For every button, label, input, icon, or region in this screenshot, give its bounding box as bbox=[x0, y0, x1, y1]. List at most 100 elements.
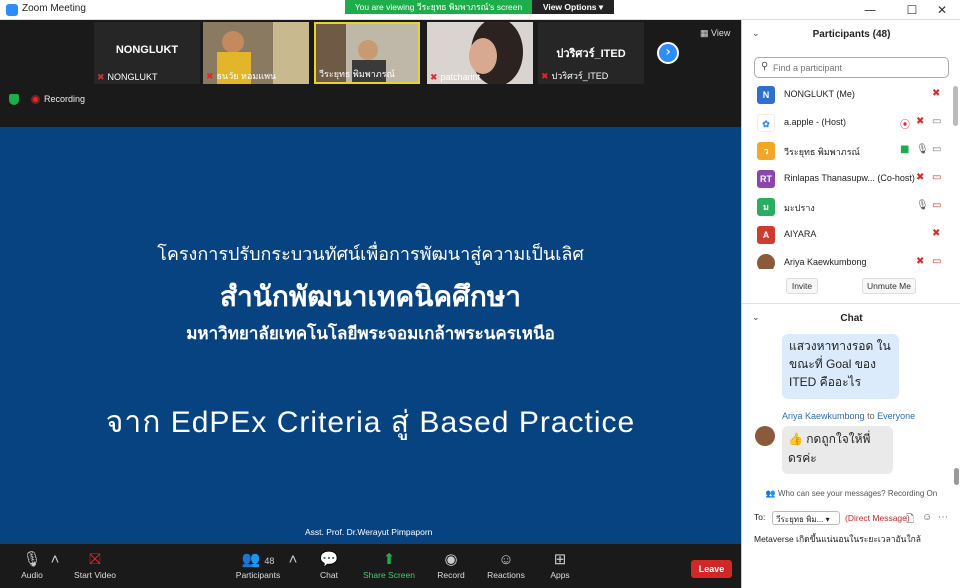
avatar: ✿ bbox=[757, 114, 775, 132]
participants-scrollbar[interactable] bbox=[953, 86, 958, 126]
avatar: N bbox=[757, 86, 775, 104]
view-button[interactable]: ▦ View bbox=[700, 28, 730, 39]
people-icon: 👥 bbox=[765, 489, 776, 498]
chat-message: 👍 กดถูกใจให้พี่ ดรค่ะ bbox=[782, 426, 893, 474]
avatar bbox=[757, 254, 775, 269]
video-tile[interactable]: NONGLUKT ✖ NONGLUKT bbox=[94, 22, 200, 84]
more-options-icon[interactable]: ⋯ bbox=[938, 512, 948, 523]
participant-row[interactable]: ม มะปราง 🎙 ▭ bbox=[742, 196, 954, 224]
apps-button[interactable]: ⊞ Apps bbox=[546, 548, 574, 588]
share-screen-icon: ⬆ bbox=[382, 551, 396, 568]
video-tile[interactable]: ✖ patcharint bbox=[427, 22, 533, 84]
unmute-me-button[interactable]: Unmute Me bbox=[862, 278, 916, 294]
video-tile-active-speaker[interactable]: วีระยุทธ พิมพาภรณ์ bbox=[314, 22, 420, 84]
shared-slide: โครงการปรับกระบวนทัศน์เพื่อการพัฒนาสู่คว… bbox=[0, 127, 741, 544]
muted-mic-icon: ✖ bbox=[430, 72, 438, 82]
start-video-button[interactable]: ⛝ Start Video bbox=[70, 548, 120, 588]
audio-button[interactable]: 🎙 Audio bbox=[14, 548, 50, 588]
chat-icon: 💬 bbox=[319, 551, 339, 568]
leave-button[interactable]: Leave bbox=[691, 560, 732, 578]
muted-mic-icon: ✖ bbox=[541, 71, 549, 81]
participant-row[interactable]: N NONGLUKT (Me) ✖ bbox=[742, 84, 954, 112]
video-tile[interactable]: ✖ ธนวัย หอมแพน bbox=[203, 22, 309, 84]
muted-mic-icon: ✖ bbox=[916, 116, 925, 127]
zoom-logo-icon bbox=[6, 4, 18, 16]
close-button[interactable]: ✕ bbox=[924, 0, 960, 20]
chat-privacy-notice[interactable]: 👥 Who can see your messages? Recording O… bbox=[742, 489, 960, 498]
reactions-button[interactable]: ☺ Reactions bbox=[486, 548, 526, 588]
participants-button[interactable]: 👥 48 Participants bbox=[232, 548, 284, 588]
participant-row[interactable]: ว วีระยุทธ พิมพาภรณ์ ■ 🎙 ▭ bbox=[742, 140, 954, 168]
chat-title: Chat bbox=[840, 313, 863, 324]
participants-icon: 👥 48 bbox=[241, 551, 275, 568]
recording-label: Recording bbox=[44, 94, 86, 104]
share-screen-button[interactable]: ⬆ Share Screen bbox=[362, 548, 416, 588]
participant-name: AIYARA bbox=[784, 229, 817, 239]
participant-name: a.apple - (Host) bbox=[784, 117, 847, 127]
avatar: RT bbox=[757, 170, 775, 188]
participant-row[interactable]: Ariya Kaewkumbong ✖ ▭ bbox=[742, 252, 954, 269]
video-off-icon: ▭ bbox=[932, 172, 942, 183]
tile-label: ✖ NONGLUKT bbox=[97, 72, 158, 82]
minimize-button[interactable]: — bbox=[852, 0, 888, 20]
apps-icon: ⊞ bbox=[553, 551, 567, 568]
avatar: ว bbox=[757, 142, 775, 160]
chat-scrollbar[interactable] bbox=[954, 468, 959, 485]
tile-big-name: NONGLUKT bbox=[115, 44, 179, 56]
participant-name: Rinlapas Thanasupw... (Co-host) bbox=[784, 173, 915, 183]
avatar bbox=[755, 426, 775, 446]
sender-name: Ariya Kaewkumbong bbox=[782, 411, 865, 421]
next-page-arrow-icon[interactable]: › bbox=[657, 42, 679, 64]
security-shield-icon[interactable] bbox=[9, 94, 19, 105]
participant-search-input[interactable] bbox=[773, 60, 943, 75]
tile-label: ✖ ธนวัย หอมแพน bbox=[206, 71, 277, 81]
muted-mic-icon: ✖ bbox=[932, 228, 941, 239]
microphone-icon: 🎙 bbox=[22, 551, 42, 568]
participant-row[interactable]: A AIYARA ✖ bbox=[742, 224, 954, 252]
video-tile[interactable]: ปวริศวร์_ITED ✖ ปวริศวร์_ITED bbox=[538, 22, 644, 84]
chat-button[interactable]: 💬 Chat bbox=[314, 548, 344, 588]
record-button[interactable]: ◉ Record bbox=[434, 548, 468, 588]
recipient-select[interactable]: วีระยุทธ พิม... ▾ bbox=[772, 511, 840, 525]
muted-mic-icon: ✖ bbox=[97, 72, 105, 82]
slide-title: จาก EdPEx Criteria สู่ Based Practice bbox=[105, 406, 636, 439]
to-label: To: bbox=[754, 512, 766, 522]
video-strip: NONGLUKT ✖ NONGLUKT ✖ ธนวัย หอมแพน วีระยุท… bbox=[0, 20, 741, 88]
participant-row[interactable]: ✿ a.apple - (Host) ⦿ ✖ ▭ bbox=[742, 112, 954, 140]
participant-list: N NONGLUKT (Me) ✖ ✿ a.apple - (Host) ⦿ ✖… bbox=[742, 84, 954, 269]
invite-button[interactable]: Invite bbox=[786, 278, 818, 294]
chat-recipient-line: To: วีระยุทธ พิม... ▾ (Direct Message) 🗋… bbox=[754, 511, 954, 529]
slide-author: Asst. Prof. Dr.Werayut Pimpaporn bbox=[305, 527, 433, 537]
avatar: ม bbox=[757, 198, 775, 216]
emoji-icon[interactable]: ☺ bbox=[922, 512, 932, 523]
chat-header: ⌄ Chat bbox=[742, 310, 960, 330]
tile-label: ✖ ปวริศวร์_ITED bbox=[541, 71, 609, 81]
meeting-area: NONGLUKT ✖ NONGLUKT ✖ ธนวัย หอมแพน วีระยุท… bbox=[0, 20, 741, 588]
slide-line-3: มหาวิทยาลัยเทคโนโลยีพระจอมเกล้าพระนครเหน… bbox=[186, 324, 555, 343]
video-icon: ▭ bbox=[932, 116, 942, 127]
screen-share-banner: You are viewing วีระยุทธ พิมพาภรณ์'s scr… bbox=[345, 0, 532, 14]
participant-name: Ariya Kaewkumbong bbox=[784, 257, 867, 267]
slide-line-1: โครงการปรับกระบวนทัศน์เพื่อการพัฒนาสู่คว… bbox=[157, 244, 584, 264]
window-title: Zoom Meeting bbox=[22, 3, 86, 14]
chat-input[interactable]: Metaverse เกิดขึ้นแน่นอนในระยะเวลาอันใกล… bbox=[754, 532, 921, 546]
search-icon: ⚲ bbox=[761, 61, 769, 72]
chat-sender-line: Ariya Kaewkumbong to Everyone bbox=[782, 411, 916, 421]
tile-label: ✖ patcharint bbox=[430, 72, 481, 82]
participant-row[interactable]: RT Rinlapas Thanasupw... (Co-host) ✖ ▭ bbox=[742, 168, 954, 196]
recording-icon: ⦿ bbox=[900, 120, 910, 131]
muted-mic-icon: ✖ bbox=[206, 71, 214, 81]
chat-message: แสวงหาทางรอด ในขณะที่ Goal ของ ITED คืออ… bbox=[782, 334, 899, 399]
audio-options-chevron-icon[interactable]: ˄ bbox=[50, 548, 60, 588]
file-icon[interactable]: 🗋 bbox=[906, 512, 914, 529]
participant-name: วีระยุทธ พิมพาภรณ์ bbox=[784, 147, 860, 157]
muted-mic-icon: ✖ bbox=[916, 256, 925, 267]
recipient-name: Everyone bbox=[877, 411, 916, 421]
side-panel: ⌄ Participants (48) ⚲ N NONGLUKT (Me) ✖ … bbox=[741, 20, 960, 588]
view-options-button[interactable]: View Options ▾ bbox=[532, 0, 614, 14]
microphone-icon: 🎙 bbox=[916, 200, 929, 211]
video-off-icon: ▭ bbox=[932, 200, 942, 211]
participant-search[interactable]: ⚲ bbox=[754, 57, 949, 78]
participants-options-chevron-icon[interactable]: ˄ bbox=[288, 548, 298, 588]
participant-name: มะปราง bbox=[784, 203, 815, 213]
